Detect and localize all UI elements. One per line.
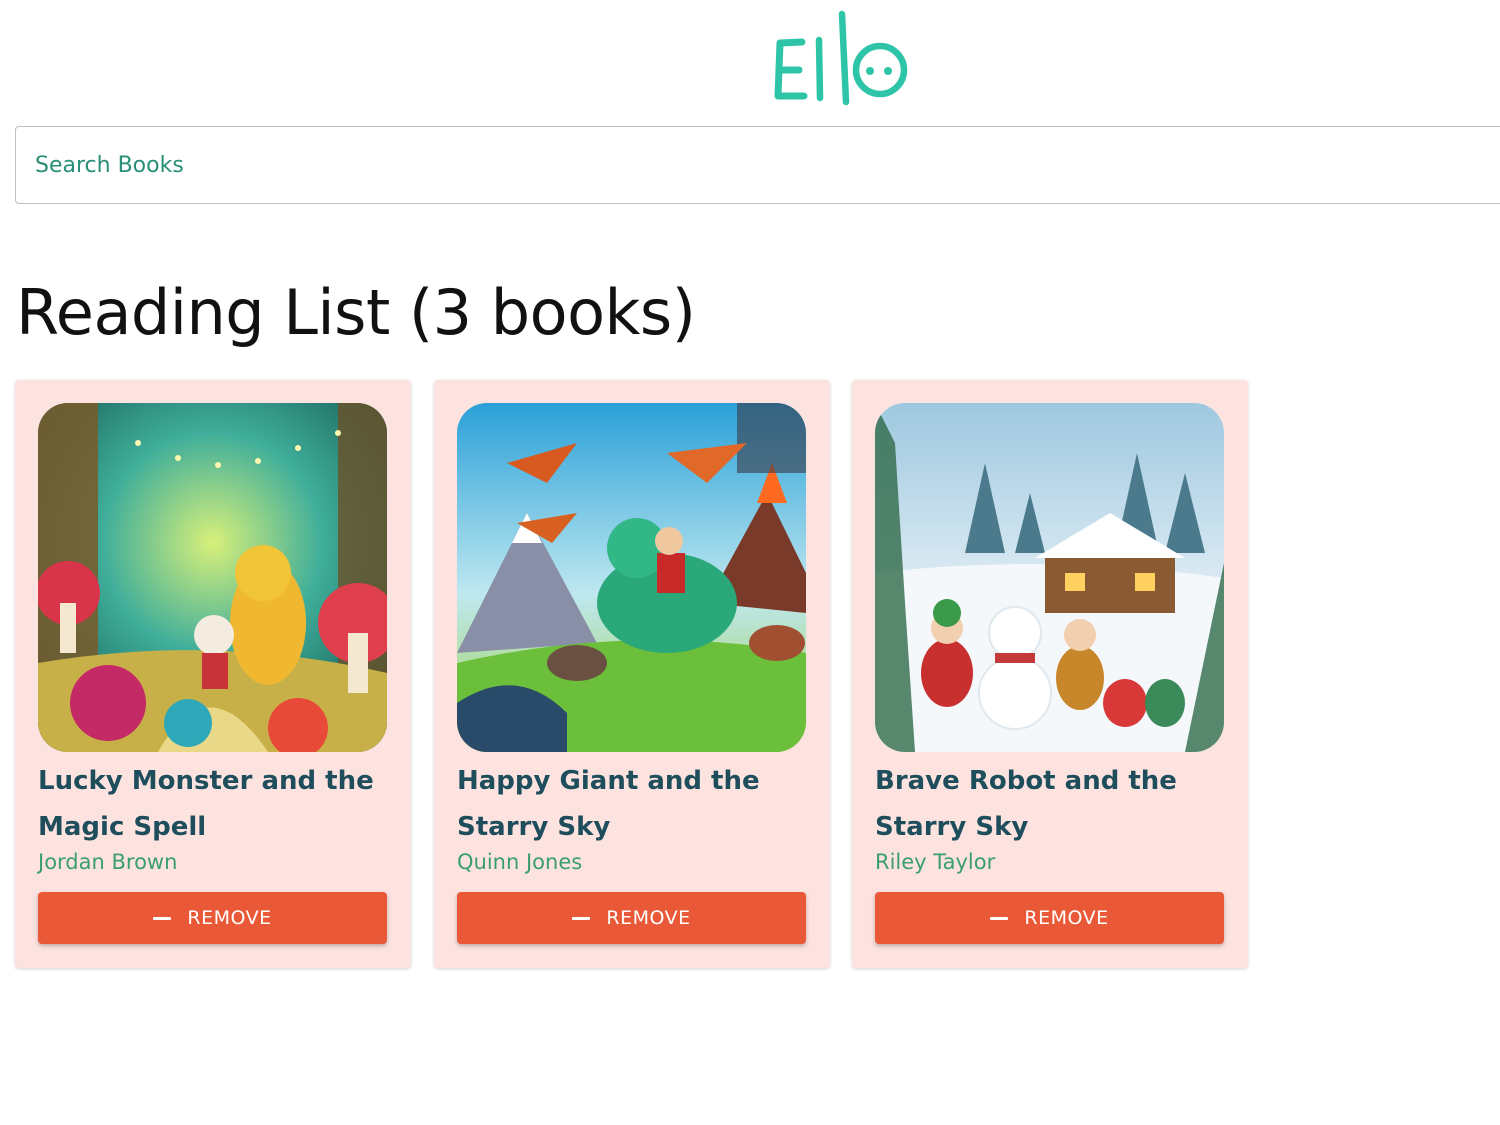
book-title[interactable]: Lucky Monster and the Magic Spell: [38, 758, 388, 850]
book-card: Brave Robot and the Starry Sky Riley Tay…: [852, 380, 1248, 968]
book-cover[interactable]: [875, 403, 1224, 752]
remove-button[interactable]: REMOVE: [457, 892, 806, 944]
minus-icon: [153, 916, 172, 920]
book-author: Quinn Jones: [457, 850, 583, 874]
forest-cover-image: [38, 403, 387, 752]
ello-logo-icon: [774, 10, 908, 106]
search-box[interactable]: [15, 126, 1500, 204]
book-title[interactable]: Brave Robot and the Starry Sky: [875, 758, 1225, 850]
minus-icon: [990, 916, 1009, 920]
page-title: Reading List (3 books): [16, 276, 696, 349]
book-cover[interactable]: [38, 403, 387, 752]
page: Reading List (3 books): [0, 0, 1500, 1125]
book-cover[interactable]: [457, 403, 806, 752]
book-author: Riley Taylor: [875, 850, 996, 874]
book-card: Happy Giant and the Starry Sky Quinn Jon…: [434, 380, 830, 968]
winter-cover-image: [875, 403, 1224, 752]
book-title[interactable]: Happy Giant and the Starry Sky: [457, 758, 807, 850]
remove-button[interactable]: REMOVE: [875, 892, 1224, 944]
dinosaur-cover-image: [457, 403, 806, 752]
remove-button-label: REMOVE: [187, 907, 272, 929]
ello-logo[interactable]: [772, 10, 912, 106]
remove-button-label: REMOVE: [606, 907, 691, 929]
book-author: Jordan Brown: [38, 850, 178, 874]
book-card: Lucky Monster and the Magic Spell Jordan…: [15, 380, 411, 968]
remove-button-label: REMOVE: [1024, 907, 1109, 929]
minus-icon: [572, 916, 591, 920]
search-input[interactable]: [35, 127, 1435, 203]
remove-button[interactable]: REMOVE: [38, 892, 387, 944]
